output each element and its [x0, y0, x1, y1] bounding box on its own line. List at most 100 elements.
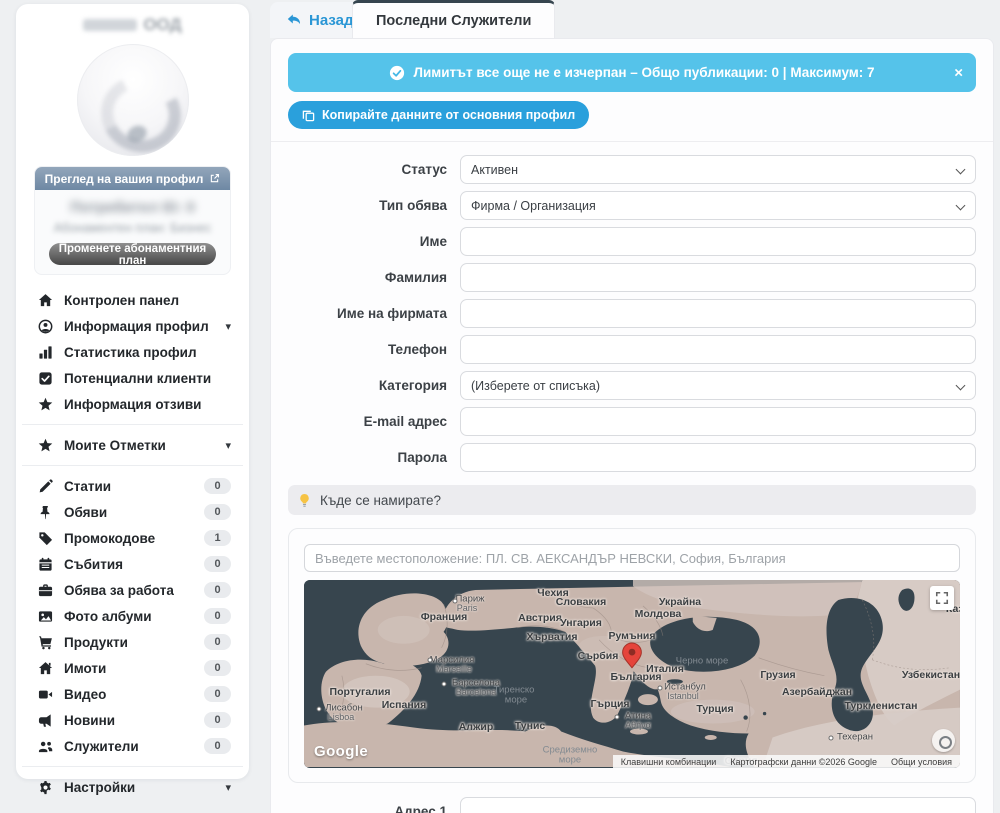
change-plan-button[interactable]: Променете абонаментния план — [49, 243, 217, 265]
bar-chart-icon — [38, 344, 55, 360]
sidebar-item-label: Събития — [64, 557, 204, 572]
sidebar-item-label: Контролен панел — [64, 293, 231, 308]
tab-label: Последни Служители — [376, 13, 531, 29]
chevron-down-icon: ▾ — [225, 781, 231, 794]
copy-icon — [302, 109, 315, 122]
sidebar-item[interactable]: Промокодове1 — [16, 525, 249, 551]
fullscreen-icon — [935, 591, 949, 605]
sidebar-item-label: Новини — [64, 713, 204, 728]
sidebar-item-label: Потенциални клиенти — [64, 371, 231, 386]
text-field[interactable] — [460, 299, 976, 328]
sidebar-item[interactable]: Фото албуми0 — [16, 603, 249, 629]
sidebar-item[interactable]: Събития0 — [16, 551, 249, 577]
sidebar-item[interactable]: Информация профил▾ — [16, 313, 249, 339]
chevron-down-icon — [956, 381, 966, 391]
select-field[interactable]: (Изберете от списъка) — [460, 371, 976, 400]
select-field[interactable]: Активен — [460, 155, 976, 184]
field-label: Телефон — [288, 335, 460, 364]
form-row: Име на фирмата — [288, 299, 976, 328]
tab-last-employees[interactable]: Последни Служители — [352, 0, 555, 38]
select-field[interactable]: Фирма / Организация — [460, 191, 976, 220]
sidebar-item[interactable]: Информация отзиви — [16, 391, 249, 417]
chevron-down-icon — [956, 201, 966, 211]
thumbtack-icon — [38, 504, 55, 520]
sidebar-item[interactable]: Потенциални клиенти — [16, 365, 249, 391]
sidebar-item[interactable]: Моите Отметки▾ — [16, 432, 249, 458]
sidebar-item[interactable]: Служители0 — [16, 733, 249, 759]
sidebar-item-label: Статистика профил — [64, 345, 231, 360]
sidebar-item[interactable]: Контролен панел — [16, 287, 249, 313]
map[interactable]: ЧехияСловакияАвстрияУнгарияХърватияРумън… — [304, 580, 960, 768]
video-icon — [38, 686, 55, 702]
sidebar-item-label: Видео — [64, 687, 204, 702]
address-row: Адрес 1 — [288, 797, 976, 813]
count-badge: 0 — [204, 712, 231, 728]
terms-link[interactable]: Общи условия — [891, 757, 952, 767]
pencil-icon — [38, 478, 55, 494]
count-badge: 1 — [204, 530, 231, 546]
location-search-input[interactable] — [304, 544, 960, 572]
company-title: ООД — [16, 14, 249, 36]
sidebar-item[interactable]: Обяви0 — [16, 499, 249, 525]
user-circle-icon — [38, 318, 55, 334]
sidebar-item[interactable]: Продукти0 — [16, 629, 249, 655]
users-icon — [38, 738, 55, 754]
image-icon — [38, 608, 55, 624]
copy-button-label: Копирайте данните от основния профил — [322, 108, 575, 122]
sidebar-item-label: Промокодове — [64, 531, 204, 546]
home-icon — [38, 292, 55, 308]
field-label: Име — [288, 227, 460, 256]
check-circle-icon — [389, 65, 405, 81]
address-1-field[interactable] — [460, 797, 976, 813]
profile-card: Преглед на вашия профил Потребител ID: 0… — [34, 166, 231, 275]
sidebar-item[interactable]: Видео0 — [16, 681, 249, 707]
sidebar-item[interactable]: Настройки▾ — [16, 774, 249, 800]
map-data-notice: Картографски данни ©2026 Google — [730, 757, 877, 767]
sidebar-item-label: Обява за работа — [64, 583, 204, 598]
back-arrow-icon — [286, 12, 302, 28]
form-row: Тип обяваФирма / Организация — [288, 191, 976, 220]
back-label: Назад — [309, 12, 353, 29]
copy-profile-data-button[interactable]: Копирайте данните от основния профил — [288, 101, 589, 129]
text-field[interactable] — [460, 443, 976, 472]
page: { "colors": { "accent_blue": "#2aa0dc", … — [0, 0, 1000, 813]
sidebar-item[interactable]: Статии0 — [16, 473, 249, 499]
gear-icon — [38, 779, 55, 795]
cart-icon — [38, 634, 55, 650]
sidebar-item[interactable]: Имоти0 — [16, 655, 249, 681]
count-badge: 0 — [204, 608, 231, 624]
alert-close-button[interactable]: × — [954, 65, 963, 80]
text-field[interactable] — [460, 263, 976, 292]
text-field[interactable] — [460, 335, 976, 364]
tilt-control[interactable] — [932, 729, 955, 752]
field-label: Категория — [288, 371, 460, 400]
divider — [22, 424, 243, 425]
sidebar-item[interactable]: Обява за работа0 — [16, 577, 249, 603]
field-label: Парола — [288, 443, 460, 472]
map-card: ЧехияСловакияАвстрияУнгарияХърватияРумън… — [288, 528, 976, 783]
location-question: Къде се намирате? — [320, 493, 441, 508]
field-label: Статус — [288, 155, 460, 184]
field-label: Тип обява — [288, 191, 460, 220]
external-link-icon — [209, 173, 220, 184]
sidebar-item[interactable]: Статистика профил — [16, 339, 249, 365]
keyboard-shortcuts-link[interactable]: Клавишни комбинации — [621, 757, 717, 767]
view-profile-button[interactable]: Преглед на вашия профил — [35, 167, 230, 190]
sidebar-item-label: Обяви — [64, 505, 204, 520]
check-square-icon — [38, 370, 55, 386]
star-icon — [38, 437, 55, 453]
text-field[interactable] — [460, 407, 976, 436]
sidebar-item[interactable]: Новини0 — [16, 707, 249, 733]
count-badge: 0 — [204, 738, 231, 754]
location-question-strip: Къде се намирате? — [288, 485, 976, 515]
fullscreen-button[interactable] — [930, 586, 954, 610]
sidebar-item-label: Фото албуми — [64, 609, 204, 624]
chevron-down-icon — [956, 165, 966, 175]
select-value: Активен — [471, 163, 518, 177]
plan-line: Абонаментен план: Бизнес — [35, 221, 230, 235]
building-icon — [38, 660, 55, 676]
form-row: Име — [288, 227, 976, 256]
sidebar-item-label: Служители — [64, 739, 204, 754]
text-field[interactable] — [460, 227, 976, 256]
select-value: (Изберете от списъка) — [471, 379, 600, 393]
